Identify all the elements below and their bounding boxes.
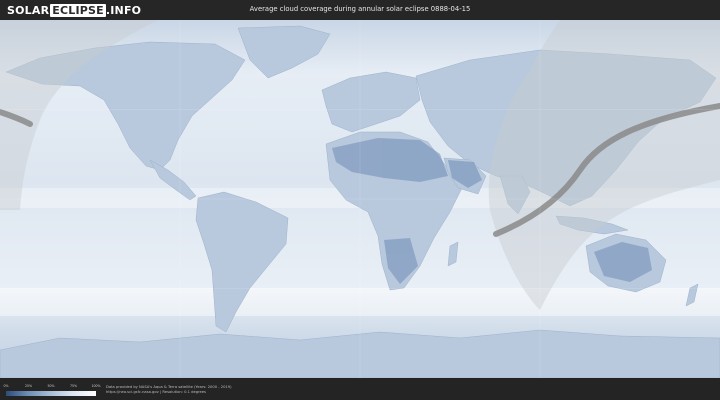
cloud-coverage-map (0, 20, 720, 378)
cloud-coverage-legend: 0% 25% 50% 75% 100% (3, 384, 101, 398)
page-title: Average cloud coverage during annular so… (249, 5, 471, 13)
credit-line-2: https://neo.sci.gsfc.nasa.gov | Resoluti… (106, 390, 206, 394)
legend-tick-100: 100% (91, 384, 101, 388)
legend-tick-75: 75% (69, 384, 78, 388)
world-map-svg (0, 20, 720, 378)
legend-tick-0: 0% (3, 384, 9, 388)
legend-ticks: 0% 25% 50% 75% 100% (3, 384, 100, 389)
bottom-bar: 0% 25% 50% 75% 100% Data provided by NAS… (0, 378, 720, 400)
legend-color-scale (6, 391, 96, 396)
legend-tick-50: 50% (47, 384, 55, 388)
top-bar: SOLAR ECLIPSE .INFO Average cloud coverage… (0, 0, 720, 20)
data-credit: Data provided by NASA's Aqua & Terra sat… (106, 385, 232, 395)
legend-tick-25: 25% (24, 384, 33, 388)
